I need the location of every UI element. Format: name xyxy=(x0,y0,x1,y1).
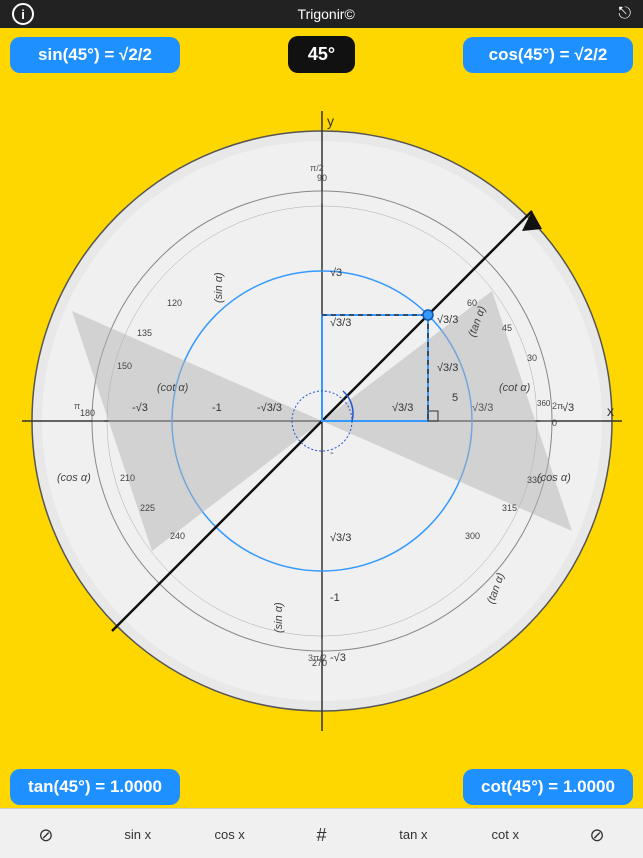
app-title: Trigonir© xyxy=(298,6,355,22)
cot-badge[interactable]: cot(45°) = 1.0000 xyxy=(463,769,633,805)
svg-text:√3/3: √3/3 xyxy=(330,317,351,329)
tan-badge[interactable]: tan(45°) = 1.0000 xyxy=(10,769,180,805)
svg-text:210: 210 xyxy=(120,473,135,483)
svg-text:-1: -1 xyxy=(212,402,222,414)
svg-text:5: 5 xyxy=(452,392,458,404)
cot-tab[interactable]: cot x xyxy=(459,825,551,842)
cos-tab[interactable]: cos x xyxy=(184,825,276,842)
svg-text:135: 135 xyxy=(137,328,152,338)
svg-text:-√3/3: -√3/3 xyxy=(257,402,282,414)
clear-tab[interactable]: ⊘ xyxy=(0,824,92,844)
svg-text:90: 90 xyxy=(317,173,327,183)
svg-text:√3: √3 xyxy=(330,267,342,279)
cos-badge[interactable]: cos(45°) = √2/2 xyxy=(463,37,633,73)
unit-circle-svg[interactable]: x y 0 360 30 45 60 xyxy=(12,91,632,751)
empty-icon: ⊘ xyxy=(590,826,605,844)
svg-text:π: π xyxy=(74,401,80,411)
svg-text:(sin α): (sin α) xyxy=(273,602,285,633)
grid-tab[interactable]: # xyxy=(276,824,368,844)
svg-text:-√3: -√3 xyxy=(132,402,148,414)
angle-badge[interactable]: 45° xyxy=(288,36,355,73)
svg-text:√3: √3 xyxy=(562,402,574,414)
svg-text:225: 225 xyxy=(140,503,155,513)
tan-tab[interactable]: tan x xyxy=(367,825,459,842)
sin-badge[interactable]: sin(45°) = √2/2 xyxy=(10,37,180,73)
bottom-row: tan(45°) = 1.0000 cot(45°) = 1.0000 xyxy=(0,761,643,813)
svg-text:(cos α): (cos α) xyxy=(537,472,571,484)
svg-text:√3/3: √3/3 xyxy=(437,362,458,374)
cos-tab-label: cos x xyxy=(214,827,244,842)
empty-tab[interactable]: ⊘ xyxy=(551,824,643,844)
svg-text:√3/3: √3/3 xyxy=(472,402,493,414)
svg-text:300: 300 xyxy=(465,531,480,541)
svg-text:x: x xyxy=(607,403,614,419)
svg-text:3π/2: 3π/2 xyxy=(308,653,327,663)
sin-tab[interactable]: sin x xyxy=(92,825,184,842)
share-icon[interactable]: ⎋ xyxy=(618,5,631,23)
svg-text:45: 45 xyxy=(502,323,512,333)
svg-text:120: 120 xyxy=(167,298,182,308)
svg-text:√3/3: √3/3 xyxy=(392,402,413,414)
svg-text:240: 240 xyxy=(170,531,185,541)
sin-tab-label: sin x xyxy=(124,827,151,842)
status-bar: i Trigonir© ⎋ xyxy=(0,0,643,28)
svg-text:315: 315 xyxy=(502,503,517,513)
svg-text:150: 150 xyxy=(117,361,132,371)
svg-text:y: y xyxy=(327,113,334,129)
svg-text:(cot α): (cot α) xyxy=(157,382,189,394)
svg-text:-√3: -√3 xyxy=(330,652,346,664)
svg-text:√3/3: √3/3 xyxy=(330,532,351,544)
svg-text:π/2: π/2 xyxy=(310,163,324,173)
svg-text:30: 30 xyxy=(527,353,537,363)
svg-text:360: 360 xyxy=(537,399,551,408)
svg-text:180: 180 xyxy=(80,408,95,418)
svg-text:(sin α): (sin α) xyxy=(213,272,225,303)
cot-tab-label: cot x xyxy=(491,827,518,842)
svg-text:√3/3: √3/3 xyxy=(437,314,458,326)
tab-bar: ⊘ sin x cos x # tan x cot x ⊘ xyxy=(0,808,643,858)
svg-text:-1: -1 xyxy=(330,592,340,604)
top-row: sin(45°) = √2/2 45° cos(45°) = √2/2 xyxy=(0,28,643,81)
clear-icon: ⊘ xyxy=(38,826,53,844)
diagram-area[interactable]: x y 0 360 30 45 60 xyxy=(0,81,643,761)
svg-text:(cos α): (cos α) xyxy=(57,472,91,484)
grid-icon: # xyxy=(317,826,327,844)
tan-tab-label: tan x xyxy=(399,827,427,842)
svg-text:0: 0 xyxy=(552,418,557,428)
info-icon[interactable]: i xyxy=(12,3,34,25)
svg-text:(cot α): (cot α) xyxy=(499,382,531,394)
